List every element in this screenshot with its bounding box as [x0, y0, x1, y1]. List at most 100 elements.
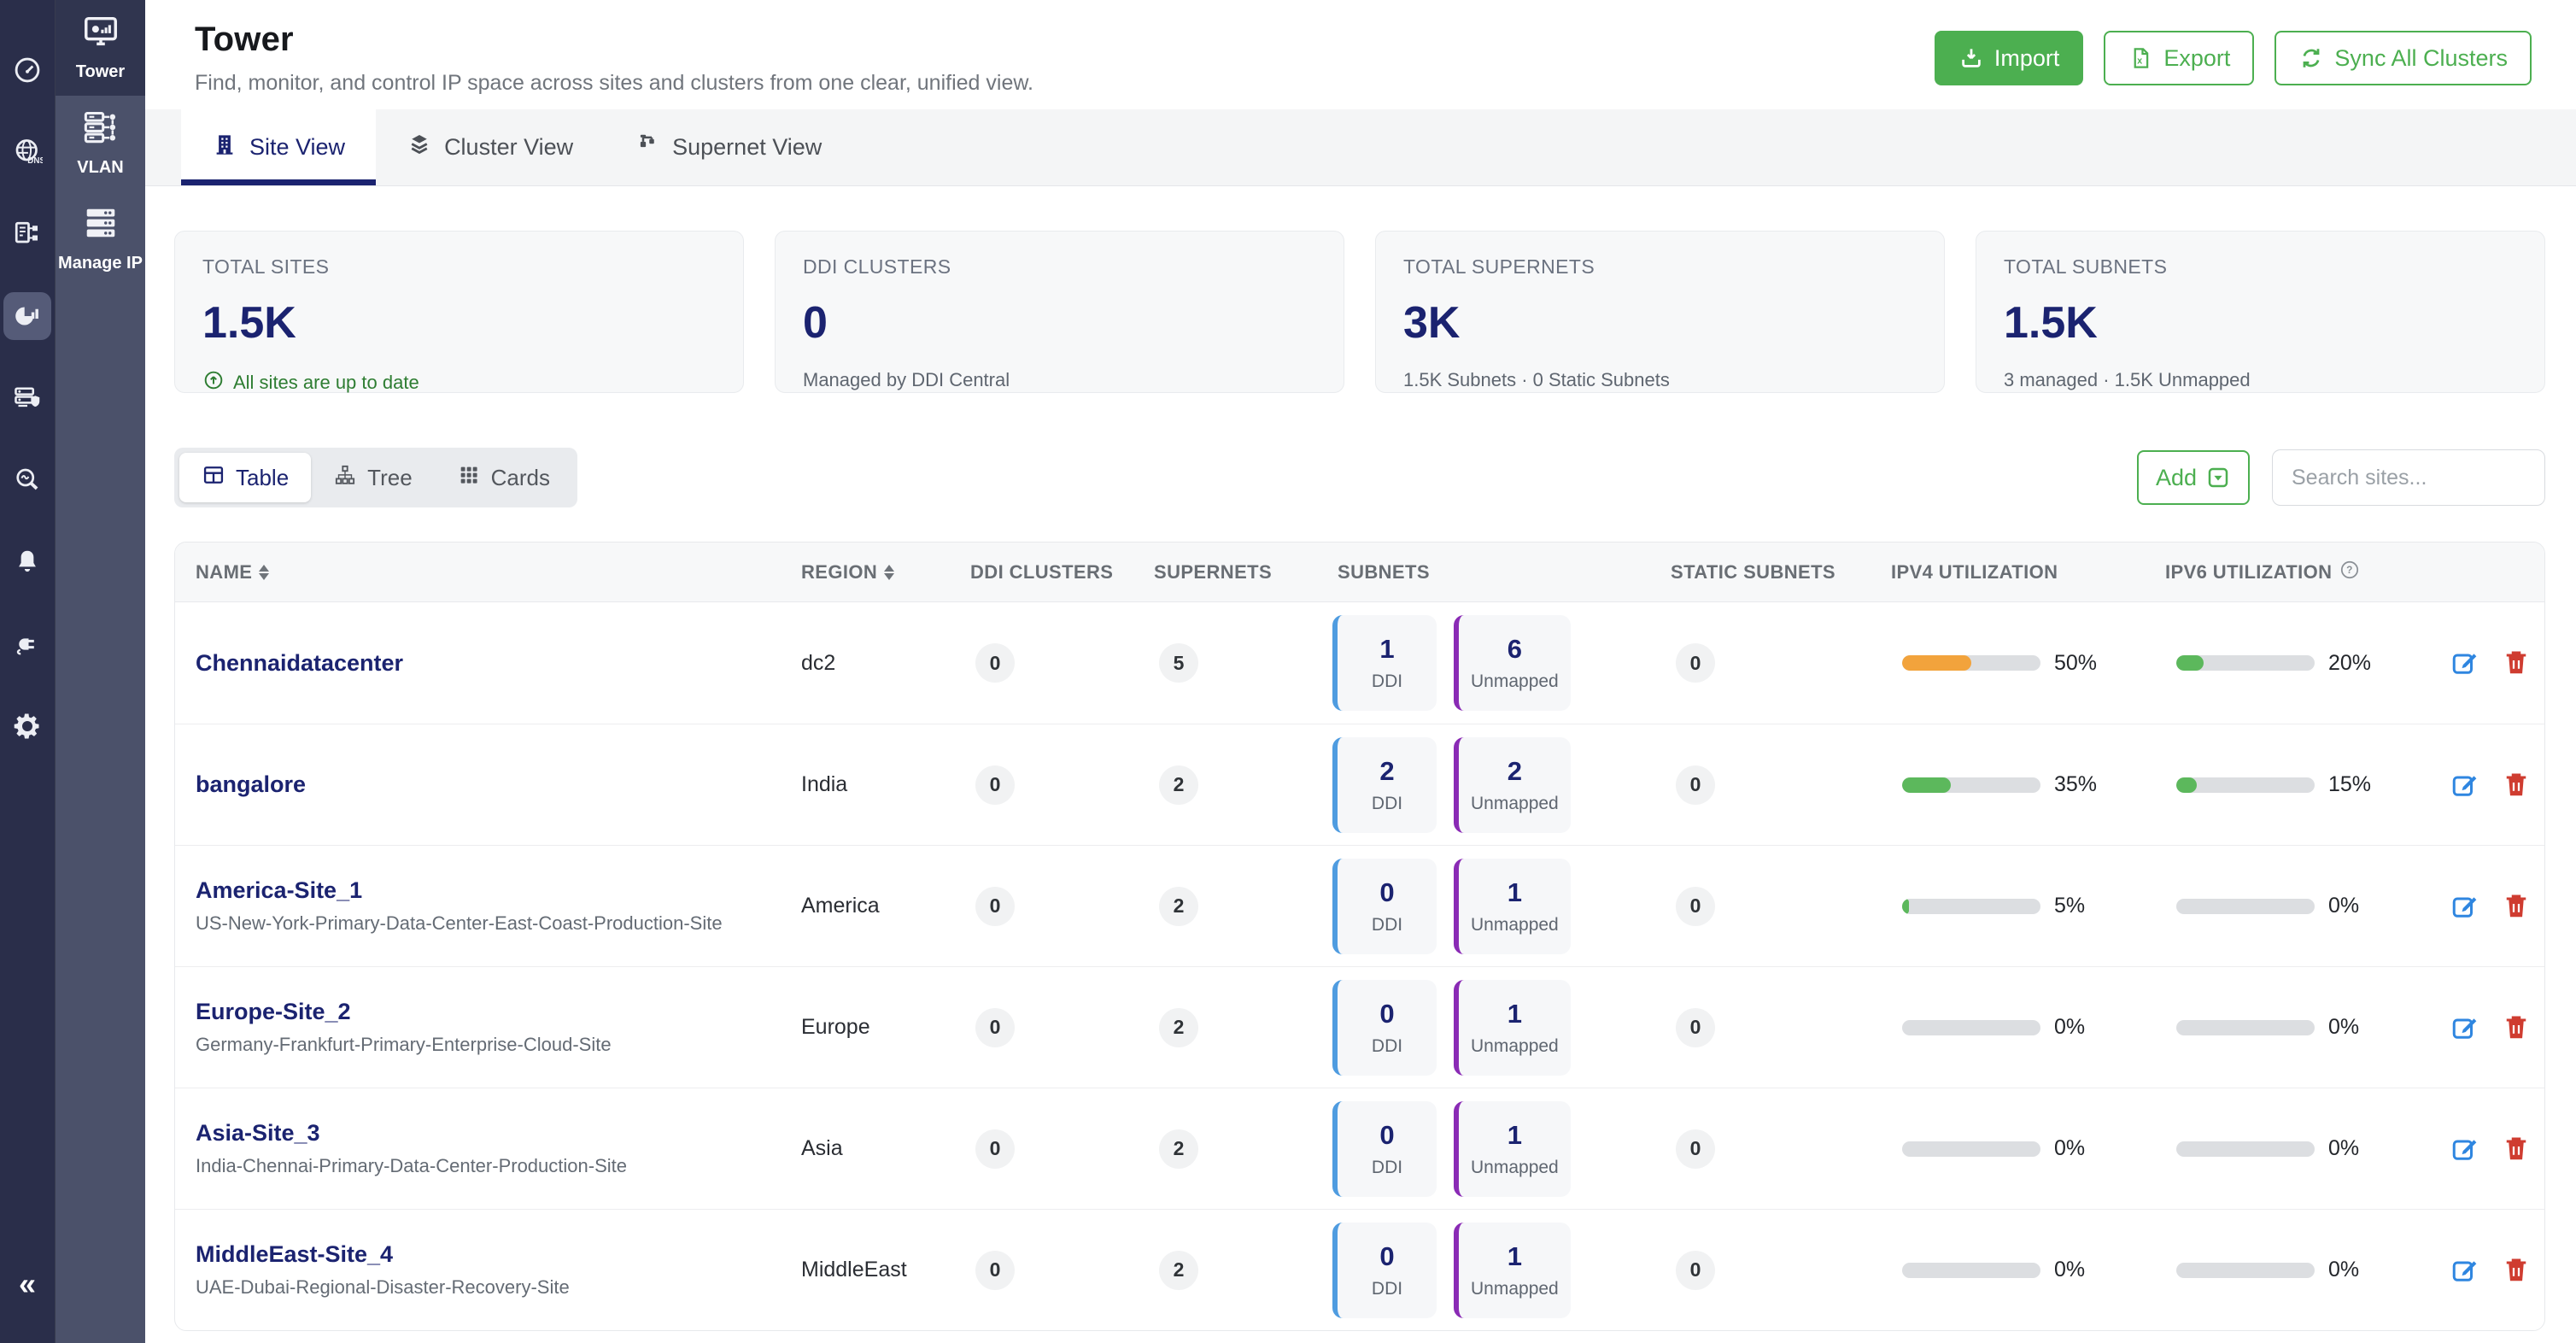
- ipv4-percent-label: 0%: [2054, 1015, 2085, 1040]
- row-actions: [2439, 769, 2544, 801]
- subnets-unmapped-box: 1Unmapped: [1454, 980, 1571, 1076]
- site-name-cell: MiddleEast-Site_4 UAE-Dubai-Regional-Disa…: [175, 1241, 801, 1299]
- sync-button-label: Sync All Clusters: [2334, 45, 2508, 72]
- subnets-ddi-count: 2: [1379, 756, 1394, 787]
- site-name-link[interactable]: MiddleEast-Site_4: [196, 1241, 393, 1267]
- ipv6-progress-bar: [2176, 655, 2315, 671]
- delete-site-icon[interactable]: [2500, 1012, 2532, 1044]
- info-icon[interactable]: ?: [2339, 559, 2361, 586]
- ddi-clusters-badge: 0: [975, 887, 1015, 926]
- supernets-badge: 2: [1159, 1008, 1198, 1047]
- ipv4-progress-bar: [1902, 777, 2040, 793]
- delete-site-icon[interactable]: [2500, 647, 2532, 679]
- stat-label: TOTAL SUPERNETS: [1403, 255, 1917, 279]
- edit-site-icon[interactable]: [2449, 1133, 2481, 1165]
- ipv4-percent-label: 0%: [2054, 1136, 2085, 1161]
- stat-card-total-supernets: TOTAL SUPERNETS3K1.5K Subnets · 0 Static…: [1375, 231, 1945, 393]
- site-name-link[interactable]: Europe-Site_2: [196, 999, 351, 1024]
- settings-gear-icon[interactable]: [10, 709, 44, 743]
- sidebar-item-manage-ip[interactable]: Manage IP: [56, 191, 145, 287]
- collapse-sidebar-button[interactable]: «: [19, 1266, 36, 1302]
- server-security-icon[interactable]: [10, 381, 44, 415]
- ipam-pie-icon[interactable]: [3, 292, 51, 340]
- subnets-ddi-count: 0: [1379, 877, 1394, 908]
- ipv4-percent-label: 35%: [2054, 772, 2097, 797]
- subnets-ddi-box: 0DDI: [1332, 859, 1437, 954]
- sidebar-item-vlan[interactable]: VLAN: [56, 96, 145, 191]
- subnets-ddi-label: DDI: [1372, 794, 1402, 814]
- subnets-ddi-count: 0: [1379, 1120, 1394, 1151]
- tab-supernet-view[interactable]: Supernet View: [604, 109, 852, 185]
- supernets-badge: 2: [1159, 1251, 1198, 1290]
- stat-note: 3 managed · 1.5K Unmapped: [2004, 369, 2517, 391]
- region-cell: India: [801, 772, 960, 797]
- delete-site-icon[interactable]: [2500, 1133, 2532, 1165]
- supernets-badge: 5: [1159, 643, 1198, 683]
- edit-site-icon[interactable]: [2449, 890, 2481, 923]
- row-actions: [2439, 647, 2544, 679]
- stats-cards: TOTAL SITES1.5KAll sites are up to dateD…: [174, 231, 2545, 393]
- site-description: UAE-Dubai-Regional-Disaster-Recovery-Sit…: [196, 1276, 801, 1299]
- site-description: India-Chennai-Primary-Data-Center-Produc…: [196, 1155, 801, 1177]
- ipv6-percent-label: 0%: [2328, 1136, 2359, 1161]
- search-sites-input[interactable]: [2272, 449, 2545, 506]
- sidebar-item-tower[interactable]: Tower: [56, 0, 145, 96]
- column-label: SUBNETS: [1338, 561, 1430, 584]
- dns-icon[interactable]: DNS: [10, 135, 44, 169]
- row-actions: [2439, 1133, 2544, 1165]
- delete-site-icon[interactable]: [2500, 769, 2532, 801]
- site-name-link[interactable]: America-Site_1: [196, 877, 362, 903]
- svg-text:x: x: [2138, 56, 2143, 66]
- view-toggle-tree[interactable]: Tree: [311, 453, 435, 502]
- site-name-link[interactable]: bangalore: [196, 771, 306, 797]
- view-toggle-cards[interactable]: Cards: [435, 453, 572, 502]
- ipv6-utilization-cell: 0%: [2165, 1015, 2439, 1040]
- view-toggle-table[interactable]: Table: [179, 453, 311, 502]
- edit-site-icon[interactable]: [2449, 1012, 2481, 1044]
- ddi-clusters-badge: 0: [975, 643, 1015, 683]
- svg-text:?: ?: [2347, 564, 2354, 576]
- ipv4-progress-bar: [1902, 655, 2040, 671]
- site-name-link[interactable]: Chennaidatacenter: [196, 650, 403, 676]
- site-name-link[interactable]: Asia-Site_3: [196, 1120, 320, 1146]
- edit-site-icon[interactable]: [2449, 769, 2481, 801]
- subnets-unmapped-count: 1: [1508, 877, 1522, 908]
- export-button[interactable]: x Export: [2104, 31, 2254, 85]
- manage-ip-icon: [81, 203, 120, 247]
- import-button[interactable]: Import: [1935, 31, 2084, 85]
- subnets-unmapped-label: Unmapped: [1471, 1158, 1559, 1178]
- subnets-cell: 1DDI6Unmapped: [1327, 615, 1660, 711]
- dhcp-icon[interactable]: [10, 217, 44, 251]
- delete-site-icon[interactable]: [2500, 890, 2532, 923]
- column-label: NAME: [196, 561, 252, 584]
- table-row: MiddleEast-Site_4 UAE-Dubai-Regional-Disa…: [175, 1209, 2544, 1330]
- sync-all-clusters-button[interactable]: Sync All Clusters: [2274, 31, 2532, 85]
- subnets-unmapped-count: 6: [1508, 634, 1522, 665]
- ipv4-utilization-cell: 0%: [1891, 1136, 2165, 1161]
- subnets-ddi-box: 1DDI: [1332, 615, 1437, 711]
- column-header-name[interactable]: NAME: [175, 561, 801, 584]
- supernets-cell: 2: [1144, 1251, 1327, 1290]
- sort-icon[interactable]: [884, 565, 894, 580]
- column-header-region[interactable]: REGION: [801, 561, 960, 584]
- tab-label: Site View: [249, 134, 345, 161]
- connector-plug-icon[interactable]: [10, 627, 44, 661]
- ddi-clusters-cell: 0: [960, 643, 1144, 683]
- column-label: IPV4 UTILIZATION: [1891, 561, 2058, 584]
- import-icon: [1958, 45, 1984, 71]
- edit-site-icon[interactable]: [2449, 647, 2481, 679]
- vlan-icon: [81, 108, 120, 151]
- tab-site-view[interactable]: Site View: [181, 109, 376, 185]
- table-toolbar: TableTreeCards Add: [174, 448, 2545, 507]
- ipv6-utilization-cell: 0%: [2165, 1136, 2439, 1161]
- alerts-bell-icon[interactable]: [10, 545, 44, 579]
- delete-site-icon[interactable]: [2500, 1254, 2532, 1287]
- dashboard-icon[interactable]: [10, 53, 44, 87]
- tab-cluster-view[interactable]: Cluster View: [376, 109, 604, 185]
- ipv6-utilization-cell: 0%: [2165, 1258, 2439, 1282]
- audit-search-icon[interactable]: [10, 463, 44, 497]
- add-site-button[interactable]: Add: [2137, 450, 2250, 505]
- sort-icon[interactable]: [259, 565, 269, 580]
- ipv6-utilization-cell: 20%: [2165, 651, 2439, 676]
- edit-site-icon[interactable]: [2449, 1254, 2481, 1287]
